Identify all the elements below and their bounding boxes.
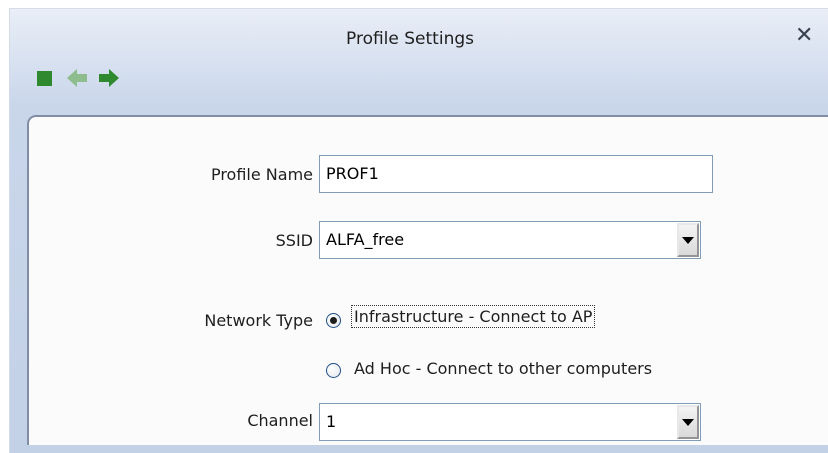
- profile-name-label: Profile Name: [210, 165, 313, 184]
- chevron-down-icon: [682, 236, 694, 244]
- ssid-dropdown-button[interactable]: [677, 223, 699, 257]
- stop-button[interactable]: [32, 65, 58, 91]
- ssid-label: SSID: [275, 231, 313, 250]
- chevron-down-icon: [682, 418, 694, 426]
- radio-infrastructure[interactable]: [326, 313, 341, 328]
- profile-settings-window: Profile Settings ✕ Profile Name PROF1 SS…: [9, 8, 828, 453]
- forward-button[interactable]: [96, 65, 122, 91]
- channel-label: Channel: [247, 411, 313, 430]
- radio-adhoc[interactable]: [326, 363, 341, 378]
- radio-infrastructure-label[interactable]: Infrastructure - Connect to AP: [351, 305, 596, 328]
- square-icon: [37, 71, 52, 86]
- radio-selected-dot: [330, 317, 337, 324]
- window-title: Profile Settings: [346, 29, 474, 49]
- network-type-label: Network Type: [204, 311, 313, 330]
- right-arrow-icon: [99, 69, 119, 87]
- channel-select[interactable]: 1: [319, 403, 701, 441]
- ssid-value: ALFA_free: [326, 230, 405, 249]
- channel-value: 1: [326, 412, 337, 431]
- profile-name-input[interactable]: PROF1: [319, 155, 713, 193]
- close-icon[interactable]: ✕: [795, 25, 813, 47]
- back-button[interactable]: [64, 65, 90, 91]
- radio-adhoc-label[interactable]: Ad Hoc - Connect to other computers: [354, 359, 652, 378]
- settings-panel: Profile Name PROF1 SSID ALFA_free Networ…: [27, 115, 828, 445]
- ssid-select[interactable]: ALFA_free: [319, 221, 701, 259]
- left-arrow-icon: [67, 69, 87, 87]
- channel-dropdown-button[interactable]: [677, 405, 699, 439]
